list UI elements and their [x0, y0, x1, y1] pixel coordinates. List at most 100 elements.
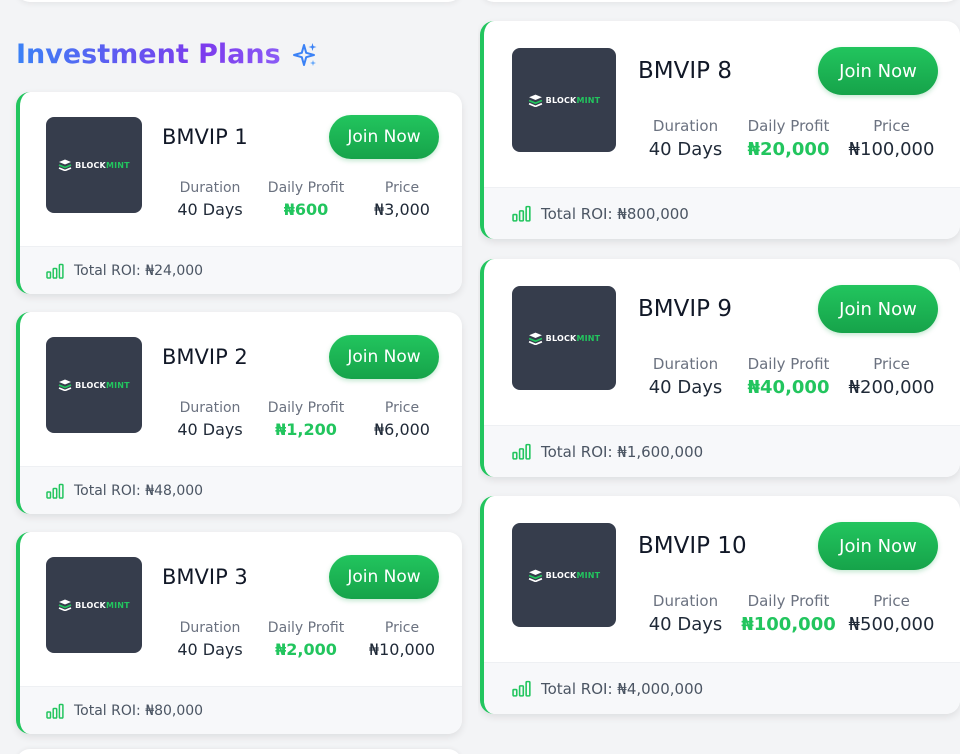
duration-label: Duration	[179, 400, 241, 416]
duration-stat: Duration 40 Days	[634, 590, 737, 638]
blockmint-logo-icon	[58, 379, 72, 391]
next-card-edge	[16, 749, 462, 754]
bar-chart-icon	[46, 263, 64, 279]
daily-profit-stat: Daily Profit ₦2,000	[258, 618, 354, 662]
duration-value: 40 Days	[177, 640, 243, 659]
price-value: ₦3,000	[374, 200, 430, 219]
price-label: Price	[384, 400, 420, 416]
daily-profit-value: ₦600	[283, 200, 329, 219]
total-roi: Total ROI: ₦4,000,000	[541, 679, 704, 698]
duration-label: Duration	[652, 117, 719, 135]
daily-profit-stat: Daily Profit ₦100,000	[737, 590, 840, 638]
join-now-button[interactable]: Join Now	[329, 335, 439, 379]
daily-profit-stat: Daily Profit ₦600	[258, 178, 354, 222]
total-roi: Total ROI: ₦80,000	[74, 702, 204, 719]
daily-profit-value: ₦100,000	[741, 614, 836, 635]
plan-card-bmvip-8: BLOCKMINT BMVIP 8 Join Now Duration 40 D…	[480, 21, 960, 239]
plan-thumbnail: BLOCKMINT	[512, 286, 616, 390]
duration-label: Duration	[179, 620, 241, 636]
total-roi: Total ROI: ₦48,000	[74, 482, 204, 499]
price-value: ₦6,000	[374, 420, 430, 439]
price-stat: Price ₦10,000	[354, 618, 450, 662]
price-label: Price	[873, 592, 910, 610]
price-stat: Price ₦100,000	[840, 115, 943, 163]
previous-card-edge	[16, 0, 462, 2]
price-stat: Price ₦6,000	[354, 398, 450, 442]
roi-footer: Total ROI: ₦48,000	[20, 466, 462, 514]
join-now-button[interactable]: Join Now	[329, 555, 439, 599]
plan-title: BMVIP 8	[638, 58, 732, 84]
price-label: Price	[384, 180, 420, 196]
bar-chart-icon	[512, 680, 531, 697]
brand-logo-text: BLOCKMINT	[75, 600, 130, 610]
duration-label: Duration	[652, 592, 719, 610]
total-roi: Total ROI: ₦1,600,000	[541, 442, 704, 461]
bar-chart-icon	[46, 703, 64, 719]
price-label: Price	[873, 355, 910, 373]
plan-thumbnail: BLOCKMINT	[512, 48, 616, 152]
brand-logo-text: BLOCKMINT	[545, 333, 601, 343]
daily-profit-label: Daily Profit	[267, 620, 345, 636]
join-now-button[interactable]: Join Now	[818, 522, 938, 570]
price-stat: Price ₦500,000	[840, 590, 943, 638]
sparkles-icon	[292, 43, 317, 66]
blockmint-logo-icon	[528, 569, 542, 582]
plan-stats: Duration 40 Days Daily Profit ₦600 Price…	[162, 178, 450, 222]
total-roi: Total ROI: ₦24,000	[74, 262, 204, 279]
plan-title: BMVIP 10	[638, 533, 747, 559]
roi-footer: Total ROI: ₦80,000	[20, 686, 462, 734]
brand-logo-text: BLOCKMINT	[545, 570, 601, 580]
duration-value: 40 Days	[648, 139, 723, 160]
daily-profit-stat: Daily Profit ₦40,000	[737, 353, 840, 401]
plan-card-bmvip-9: BLOCKMINT BMVIP 9 Join Now Duration 40 D…	[480, 259, 960, 477]
price-value: ₦500,000	[848, 614, 935, 635]
plan-card-bmvip-1: BLOCKMINT BMVIP 1 Join Now Duration 40 D…	[16, 92, 462, 294]
plan-card-bmvip-2: BLOCKMINT BMVIP 2 Join Now Duration 40 D…	[16, 312, 462, 514]
daily-profit-stat: Daily Profit ₦20,000	[737, 115, 840, 163]
duration-stat: Duration 40 Days	[162, 618, 258, 662]
price-stat: Price ₦3,000	[354, 178, 450, 222]
join-now-button[interactable]: Join Now	[818, 47, 938, 95]
bar-chart-icon	[512, 205, 531, 222]
blockmint-logo-icon	[58, 599, 72, 611]
price-value: ₦200,000	[848, 377, 935, 398]
duration-value: 40 Days	[648, 377, 723, 398]
daily-profit-value: ₦1,200	[275, 420, 337, 439]
duration-value: 40 Days	[177, 420, 243, 439]
duration-stat: Duration 40 Days	[162, 398, 258, 442]
duration-stat: Duration 40 Days	[162, 178, 258, 222]
join-now-button[interactable]: Join Now	[329, 115, 439, 159]
plan-thumbnail: BLOCKMINT	[46, 557, 142, 653]
section-heading: Investment Plans	[16, 36, 319, 74]
daily-profit-label: Daily Profit	[747, 355, 830, 373]
duration-stat: Duration 40 Days	[634, 353, 737, 401]
daily-profit-value: ₦40,000	[747, 377, 830, 398]
plan-stats: Duration 40 Days Daily Profit ₦20,000 Pr…	[634, 115, 943, 163]
roi-footer: Total ROI: ₦800,000	[484, 187, 960, 239]
daily-profit-label: Daily Profit	[267, 400, 345, 416]
daily-profit-label: Daily Profit	[267, 180, 345, 196]
price-value: ₦100,000	[848, 139, 935, 160]
left-panel: Investment Plans BLOCKMINT BMVIP 1 Join …	[0, 0, 478, 754]
daily-profit-stat: Daily Profit ₦1,200	[258, 398, 354, 442]
roi-footer: Total ROI: ₦1,600,000	[484, 425, 960, 477]
duration-label: Duration	[179, 180, 241, 196]
plan-thumbnail: BLOCKMINT	[512, 523, 616, 627]
daily-profit-value: ₦20,000	[747, 139, 830, 160]
price-value: ₦10,000	[368, 640, 436, 659]
plan-stats: Duration 40 Days Daily Profit ₦2,000 Pri…	[162, 618, 450, 662]
join-now-button[interactable]: Join Now	[818, 285, 938, 333]
plan-stats: Duration 40 Days Daily Profit ₦40,000 Pr…	[634, 353, 943, 401]
plan-title: BMVIP 2	[162, 345, 248, 369]
brand-logo-text: BLOCKMINT	[75, 160, 130, 170]
brand-logo-text: BLOCKMINT	[75, 380, 130, 390]
duration-label: Duration	[652, 355, 719, 373]
bar-chart-icon	[46, 483, 64, 499]
duration-stat: Duration 40 Days	[634, 115, 737, 163]
roi-footer: Total ROI: ₦24,000	[20, 246, 462, 294]
duration-value: 40 Days	[648, 614, 723, 635]
page-title: Investment Plans	[16, 36, 281, 74]
duration-value: 40 Days	[177, 200, 243, 219]
plan-stats: Duration 40 Days Daily Profit ₦100,000 P…	[634, 590, 943, 638]
total-roi: Total ROI: ₦800,000	[541, 204, 689, 223]
